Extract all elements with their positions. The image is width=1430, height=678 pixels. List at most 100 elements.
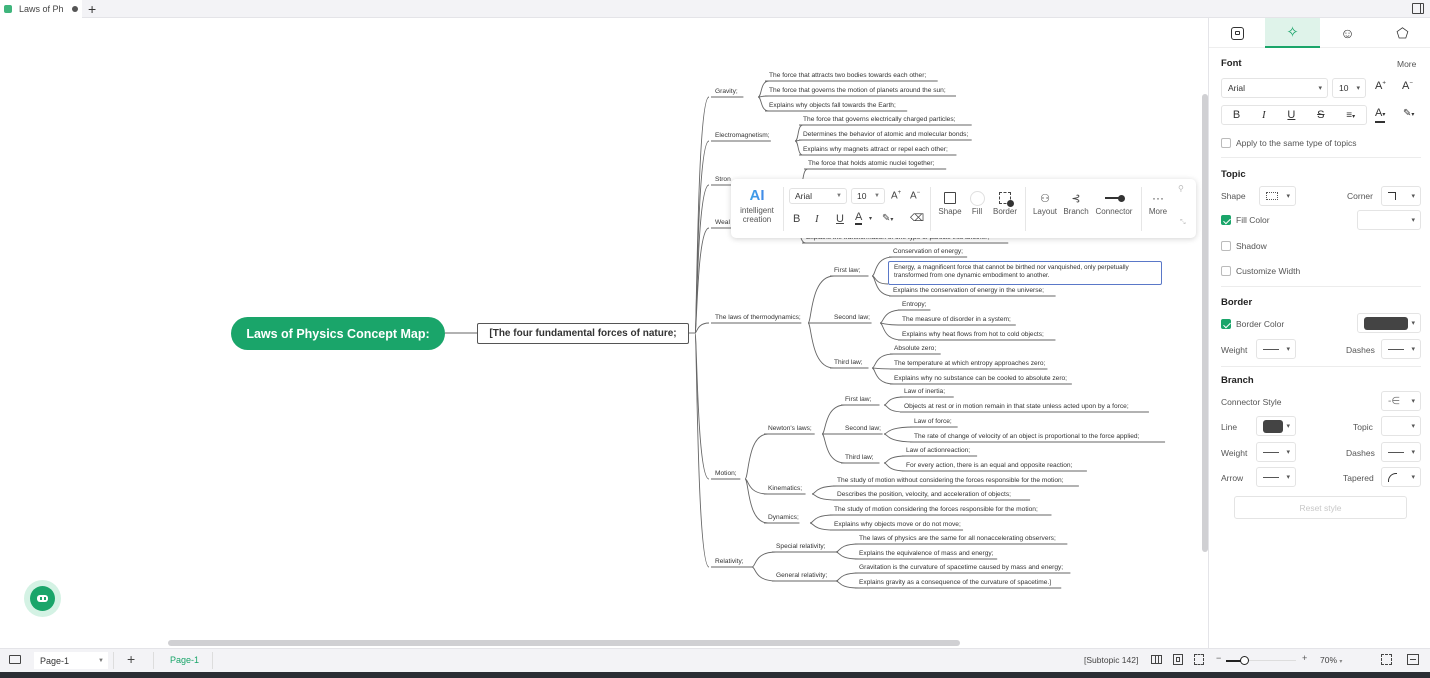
subtopic[interactable]: Second law; [834,314,870,322]
fullscreen-icon[interactable] [1381,654,1392,665]
zoom-slider[interactable] [1226,656,1296,665]
add-page-button[interactable]: + [127,651,135,667]
fit-screen-icon[interactable] [1194,654,1204,665]
shadow-checkbox[interactable] [1221,241,1231,251]
underline-button[interactable]: U [836,213,844,225]
panel-highlight-icon[interactable]: ✎▾ [1403,108,1414,119]
arrow-select[interactable]: ▾ [1256,467,1296,487]
branch-topic[interactable]: Relativity; [715,558,744,566]
font-color-button[interactable]: A [855,212,863,225]
page-select[interactable]: Page-1 ▼ [34,652,108,669]
leaf-topic[interactable]: The temperature at which entropy approac… [894,360,1045,368]
pin-icon[interactable]: ⚲ [1178,184,1184,193]
panel-font-family-select[interactable]: Arial ▾ [1221,78,1328,98]
new-tab-button[interactable]: + [88,0,96,18]
leaf-topic[interactable]: Explains why objects move or do not move… [834,521,961,529]
grow-font-button[interactable]: A+ [891,190,901,201]
outline-view-icon[interactable] [9,655,21,664]
page-tab-active[interactable]: Page-1 [170,655,199,665]
leaf-topic[interactable]: The laws of physics are the same for all… [859,535,1056,543]
book-view-icon[interactable] [1151,655,1162,664]
layout-button[interactable]: ⚇ Layout [1030,189,1060,217]
leaf-topic[interactable]: Explains why objects fall towards the Ea… [769,102,896,110]
align-icon[interactable]: ≡▾ [1346,110,1355,121]
zoom-slider-handle[interactable] [1239,656,1249,665]
branch-topic[interactable]: Electromagnetism; [715,132,770,140]
document-tab[interactable]: Laws of Ph [0,0,82,18]
font-more-link[interactable]: More [1397,59,1416,69]
border-dashes-select[interactable]: ▾ [1381,339,1421,359]
panel-toggle-icon[interactable] [1412,3,1424,14]
leaf-topic[interactable]: Determines the behavior of atomic and mo… [803,131,968,139]
subtopic[interactable]: Third law; [845,454,874,462]
mindmap-canvas[interactable]: Gravity; Electromagnetism; Stron Weal The la… [0,18,1208,648]
selected-subtopic[interactable]: Energy, a magnificent force that cannot … [888,261,1162,285]
leaf-topic[interactable]: Law of force; [914,418,952,426]
tab-page-style[interactable] [1210,18,1265,48]
leaf-topic[interactable]: Law of inertia; [904,388,945,396]
subtopic[interactable]: Second law; [845,425,881,433]
panel-grow-font-button[interactable]: A+ [1375,80,1386,92]
fit-page-icon[interactable] [1173,654,1183,665]
border-weight-select[interactable]: ▾ [1256,339,1296,359]
branch-weight-select[interactable]: ▾ [1256,442,1296,462]
topic-shape-select[interactable]: ▾ [1259,186,1296,206]
fill-button[interactable]: Fill [967,189,987,216]
subtopic[interactable]: Special relativity; [776,543,825,551]
panel-font-size-select[interactable]: 10 ▾ [1332,78,1366,98]
corner-select[interactable]: ▾ [1381,186,1421,206]
panel-font-color-button[interactable]: A▾ [1375,107,1386,123]
horizontal-scrollbar[interactable] [168,640,960,646]
tapered-select[interactable]: ▾ [1381,467,1421,487]
leaf-topic[interactable]: Explains why heat flows from hot to cold… [902,331,1044,339]
panel-strikethrough-button[interactable]: S [1317,109,1324,121]
fill-color-select[interactable]: ▾ [1357,210,1421,230]
leaf-topic[interactable]: Explains the equivalence of mass and ene… [859,550,994,558]
subtopic[interactable]: General relativity; [776,572,827,580]
branch-button[interactable]: ⊰ Branch [1061,189,1091,217]
reset-style-button[interactable]: Reset style [1234,496,1407,519]
leaf-topic[interactable]: The force that holds atomic nuclei toget… [808,160,934,168]
highlight-icon[interactable]: ✎▾ [882,213,893,224]
leaf-topic[interactable]: Law of actionreaction; [906,447,970,455]
leaf-topic[interactable]: The force that governs electrically char… [803,116,955,124]
tab-theme[interactable]: ⬠ [1375,18,1430,48]
border-button[interactable]: Border [990,189,1020,216]
subtopic[interactable]: Dynamics; [768,514,799,522]
bold-button[interactable]: B [793,213,800,225]
shrink-font-button[interactable]: A− [910,190,920,201]
subtopic[interactable]: Newton's laws; [768,425,812,433]
subtopic[interactable]: Kinematics; [768,485,802,493]
apply-same-checkbox[interactable] [1221,138,1231,148]
leaf-topic[interactable]: The force that governs the motion of pla… [769,87,946,95]
connector-button[interactable]: Connector [1093,189,1135,216]
leaf-topic[interactable]: The rate of change of velocity of an obj… [914,433,1139,441]
leaf-topic[interactable]: The force that attracts two bodies towar… [769,72,926,80]
more-button[interactable]: ··· More [1146,189,1170,216]
leaf-topic[interactable]: Gravitation is the curvature of spacetim… [859,564,1063,572]
border-color-select[interactable]: ▾ [1357,313,1421,333]
panel-shrink-font-button[interactable]: A− [1402,80,1413,92]
branch-topic[interactable]: The laws of thermodynamics; [715,314,801,322]
leaf-topic[interactable]: The study of motion considering the forc… [834,506,1038,514]
zoom-level-select[interactable]: 70% ▾ [1320,655,1342,665]
leaf-topic[interactable]: Conservation of energy; [893,248,963,256]
collapse-icon[interactable]: ⤡ [1180,219,1186,227]
line-color-select[interactable]: ▾ [1256,416,1296,436]
font-size-select[interactable]: 10 ▼ [851,188,885,204]
ai-assistant-button[interactable] [24,580,61,617]
tab-mark[interactable]: ☺ [1320,18,1375,48]
subtopic[interactable]: First law; [834,267,860,275]
branch-topic[interactable]: Weal [715,219,730,227]
chevron-down-icon[interactable]: ▾ [869,215,872,222]
leaf-topic[interactable]: Describes the position, velocity, and ac… [837,491,1011,499]
panel-bold-button[interactable]: B [1233,109,1240,121]
font-family-select[interactable]: Arial ▼ [789,188,847,204]
shape-button[interactable]: Shape [935,189,965,216]
tab-ai-style[interactable]: ✧ [1265,18,1320,48]
leaf-topic[interactable]: For every action, there is an equal and … [906,462,1072,470]
leaf-topic[interactable]: The study of motion without considering … [837,477,1064,485]
leaf-topic[interactable]: Absolute zero; [894,345,936,353]
zoom-out-button[interactable]: − [1216,653,1221,663]
branch-topic[interactable]: Motion; [715,470,737,478]
